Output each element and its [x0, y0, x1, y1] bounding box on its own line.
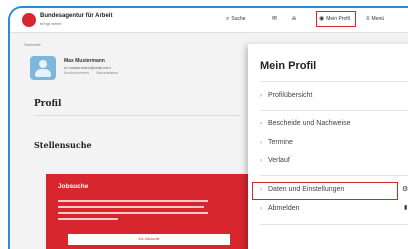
avatar-body — [35, 69, 51, 77]
menu-item-label: Bescheide und Nachweise — [268, 120, 351, 127]
user-icon: ◉ — [319, 16, 325, 22]
jobcard-text-line — [58, 212, 208, 214]
gear-icon: ⚙ — [402, 186, 408, 193]
search-button[interactable]: ⌕ Suche — [226, 16, 246, 22]
menu-divider — [260, 224, 408, 225]
menu-item-verlauf[interactable]: › Verlauf — [260, 157, 290, 164]
page-title: Profil — [34, 99, 62, 109]
chevron-right-icon: › — [260, 92, 262, 99]
avatar — [30, 56, 56, 80]
chevron-right-icon: › — [260, 139, 262, 146]
notifications-button[interactable]: ⍾ — [292, 16, 296, 22]
profile-meta-left: Kundennummer — [64, 71, 89, 75]
menu-item-label: Termine — [268, 139, 293, 146]
search-label: Suche — [231, 16, 246, 22]
menu-item-termine[interactable]: › Termine — [260, 139, 293, 146]
jobcard-text-line — [58, 200, 208, 202]
menu-item-label: Profilübersicht — [268, 92, 313, 99]
menu-divider — [260, 175, 408, 176]
chevron-right-icon: › — [260, 120, 262, 127]
profile-dropdown-menu: Mein Profil › Profilübersicht › Bescheid… — [248, 44, 408, 249]
menu-item-bescheide[interactable]: › Bescheide und Nachweise — [260, 120, 351, 127]
breadcrumb[interactable]: Startseite — [24, 42, 41, 47]
menu-button[interactable]: ≡ Menü — [366, 16, 384, 22]
menu-divider — [260, 81, 408, 82]
profile-name: Max Mustermann — [64, 58, 105, 64]
jobsuche-button[interactable]: Zur Jobsuche — [68, 234, 230, 245]
menu-divider — [260, 110, 408, 111]
profile-email: m.mustermann@mail.com — [64, 65, 111, 70]
menu-item-profiluebersicht[interactable]: › Profilübersicht — [260, 92, 312, 99]
menu-item-daten-einstellungen[interactable]: › Daten und Einstellungen — [260, 186, 344, 193]
profile-meta-right: Geburtsdatum — [96, 71, 119, 75]
chevron-right-icon: › — [260, 157, 262, 164]
logout-icon: ▮ — [404, 205, 408, 211]
jobsuche-card: Jobsuche Zur Jobsuche — [46, 174, 252, 249]
logo-icon[interactable] — [22, 13, 36, 27]
jobcard-title: Jobsuche — [58, 183, 89, 190]
mail-button[interactable]: ✉ — [272, 16, 277, 22]
menu-item-label: Abmelden — [268, 205, 300, 212]
menu-item-label: Verlauf — [268, 157, 290, 164]
chevron-right-icon: › — [260, 186, 262, 193]
bell-icon: ⍾ — [292, 16, 296, 22]
menu-item-label: Daten und Einstellungen — [268, 186, 345, 193]
divider — [34, 115, 240, 116]
mein-profil-label: Mein Profil — [326, 16, 350, 22]
menu-label: Menü — [371, 16, 385, 22]
section-title: Stellensuche — [34, 140, 92, 150]
jobcard-text-line — [58, 206, 204, 208]
dropdown-title: Mein Profil — [260, 60, 317, 72]
search-icon: ⌕ — [226, 16, 230, 22]
menu-icon: ≡ — [366, 16, 370, 22]
top-bar: Bundesagentur für Arbeit bringt weiter ⌕… — [10, 8, 408, 33]
mail-icon: ✉ — [272, 16, 278, 22]
browser-window: Bundesagentur für Arbeit bringt weiter ⌕… — [8, 6, 408, 249]
jobcard-text-line — [58, 218, 118, 220]
logo-title[interactable]: Bundesagentur für Arbeit — [40, 13, 112, 19]
avatar-head — [39, 60, 47, 68]
logo-subtitle: bringt weiter — [40, 21, 62, 26]
menu-item-abmelden[interactable]: › Abmelden — [260, 205, 300, 212]
mein-profil-button[interactable]: ◉ Mein Profil — [319, 16, 350, 22]
chevron-right-icon: › — [260, 205, 262, 212]
profile-card: Max Mustermann m.mustermann@mail.com Kun… — [24, 50, 230, 86]
